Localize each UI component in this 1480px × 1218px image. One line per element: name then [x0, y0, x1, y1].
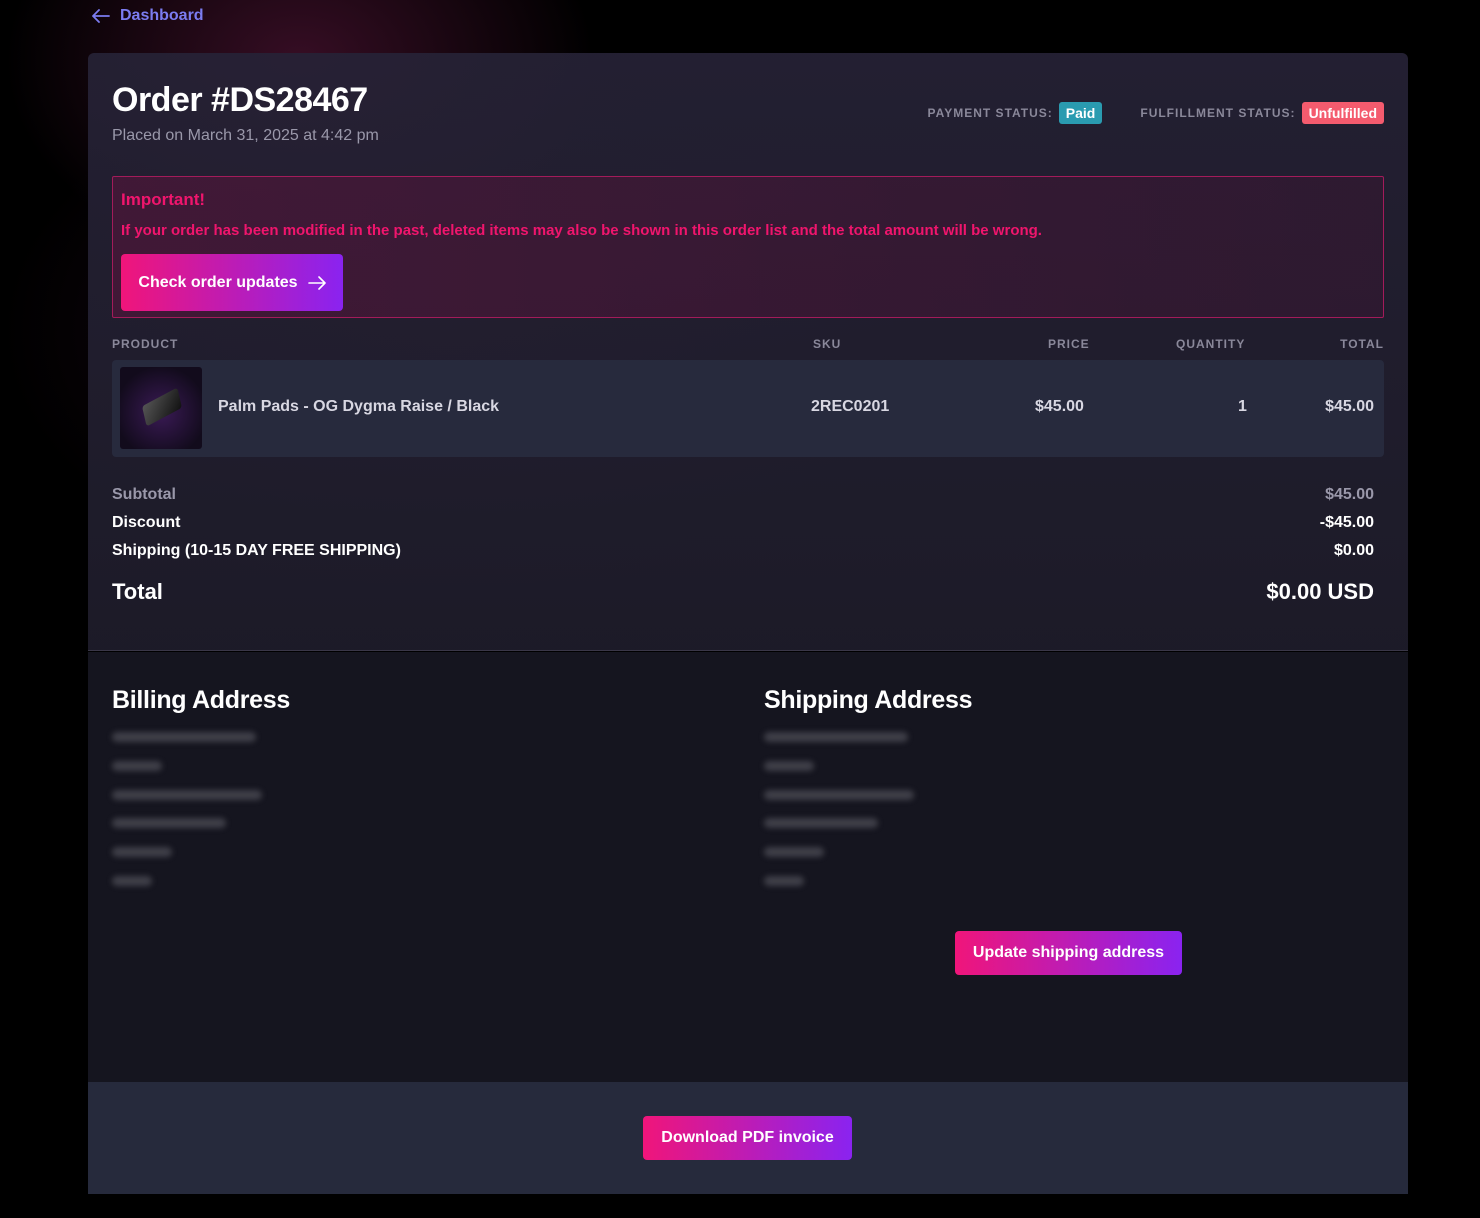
- total-label: Total: [112, 579, 163, 604]
- product-price: $45.00: [1035, 398, 1084, 415]
- discount-value: -$45.00: [1319, 514, 1374, 531]
- column-header-price: PRICE: [1048, 337, 1090, 351]
- total-value: $0.00 USD: [1266, 579, 1374, 604]
- column-header-quantity: QUANTITY: [1176, 337, 1246, 351]
- subtotal-value: $45.00: [1325, 486, 1374, 503]
- product-total: $45.00: [1325, 398, 1374, 415]
- shipping-address-title: Shipping Address: [764, 686, 973, 714]
- payment-status-label: PAYMENT STATUS:: [927, 106, 1053, 120]
- product-name: Palm Pads - OG Dygma Raise / Black: [218, 398, 500, 415]
- order-card: Order #DS28467 Placed on March 31, 2025 …: [88, 53, 1408, 651]
- product-sku: 2REC0201: [811, 398, 890, 415]
- arrow-left-icon: [92, 9, 110, 23]
- fulfillment-status-label: FULFILLMENT STATUS:: [1140, 106, 1296, 120]
- payment-status-badge: Paid: [1058, 102, 1103, 124]
- alert-title: Important!: [121, 190, 206, 209]
- update-shipping-address-button[interactable]: Update shipping address: [955, 931, 1182, 975]
- shipping-value: $0.00: [1333, 542, 1374, 559]
- address-card: Billing Address Shipping Address Update …: [88, 652, 1408, 1082]
- status-row: PAYMENT STATUS: Paid FULFILLMENT STATUS:…: [928, 102, 1384, 124]
- download-pdf-invoice-button[interactable]: Download PDF invoice: [643, 1116, 852, 1160]
- alert-text: If your order has been modified in the p…: [121, 222, 1042, 239]
- important-alert: Important! If your order has been modifi…: [112, 176, 1384, 318]
- shipping-label: Shipping (10-15 DAY FREE SHIPPING): [112, 542, 401, 559]
- subtotal-label: Subtotal: [112, 486, 176, 503]
- column-header-total: TOTAL: [1340, 337, 1384, 351]
- back-to-dashboard-link[interactable]: Dashboard: [92, 5, 204, 27]
- check-order-updates-button[interactable]: Check order updates: [121, 254, 343, 311]
- order-date: Placed on March 31, 2025 at 4:42 pm: [112, 127, 379, 144]
- fulfillment-status-badge: Unfulfilled: [1301, 102, 1384, 124]
- back-link-label: Dashboard: [120, 7, 204, 24]
- table-row: Palm Pads - OG Dygma Raise / Black 2REC0…: [112, 360, 1384, 457]
- order-title: Order #DS28467: [112, 81, 368, 119]
- arrow-right-icon: [307, 275, 326, 290]
- invoice-footer: Download PDF invoice: [88, 1082, 1408, 1194]
- billing-address-title: Billing Address: [112, 686, 290, 714]
- product-image: [120, 367, 202, 449]
- column-header-product: PRODUCT: [112, 337, 179, 351]
- check-order-updates-label: Check order updates: [138, 273, 298, 291]
- product-quantity: 1: [1238, 398, 1247, 415]
- discount-label: Discount: [112, 514, 181, 531]
- column-header-sku: SKU: [813, 337, 842, 351]
